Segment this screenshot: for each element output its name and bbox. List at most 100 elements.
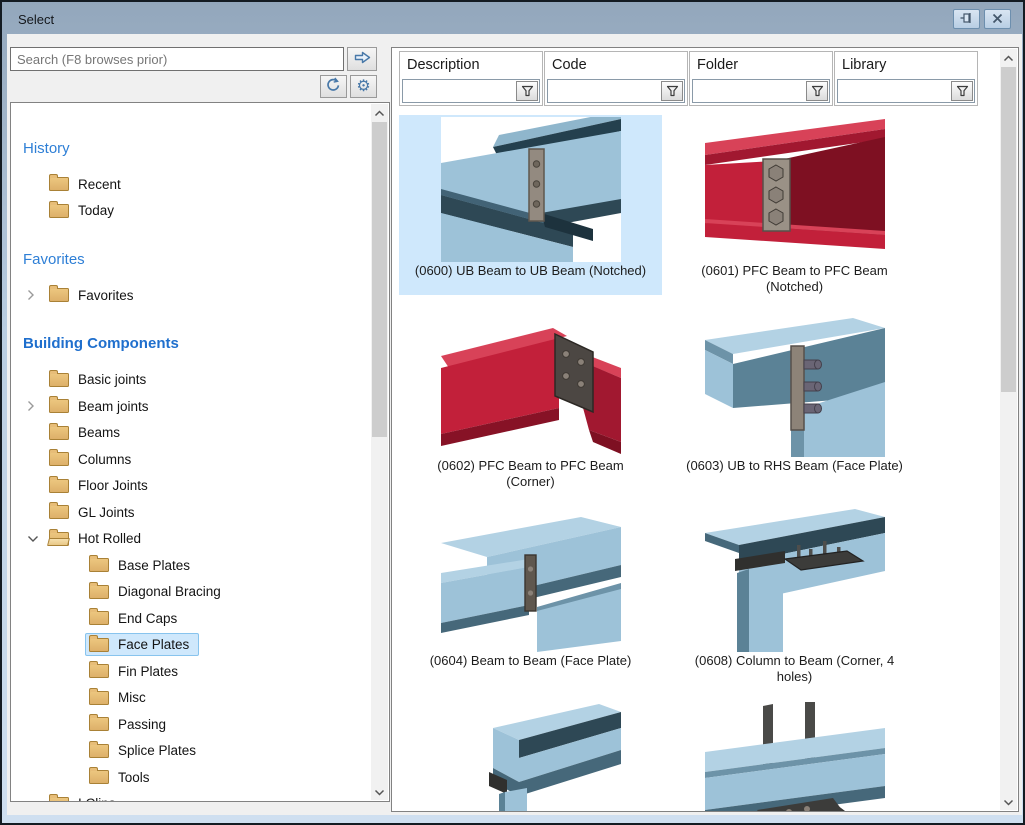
funnel-icon — [956, 85, 969, 97]
component-card-column-beam-corner[interactable]: (0608) Column to Beam (Corner, 4 holes) — [663, 505, 926, 685]
tree-item-fin-plates[interactable]: Fin Plates — [23, 658, 372, 685]
gear-icon: ⚙ — [356, 79, 370, 95]
column-header-code[interactable]: Code — [544, 51, 688, 106]
filter-input-folder[interactable] — [692, 79, 830, 103]
tree-item-body[interactable]: I Clips — [45, 792, 126, 801]
close-button[interactable] — [984, 9, 1011, 29]
filter-button-folder[interactable] — [806, 81, 828, 101]
component-card-pfc-pfc-corner[interactable]: (0602) PFC Beam to PFC Beam (Corner) — [399, 310, 662, 490]
tree-item-body[interactable]: Beam joints — [45, 395, 159, 418]
tree-item-body[interactable]: Columns — [45, 448, 141, 471]
pin-button[interactable] — [953, 9, 980, 29]
column-label: Library — [842, 57, 886, 73]
filter-button-description[interactable] — [516, 81, 538, 101]
tree-item-i-clips[interactable]: I Clips — [23, 791, 372, 802]
tree-item-body[interactable]: Today — [45, 199, 124, 222]
tree-item-label: Hot Rolled — [78, 531, 141, 546]
tree-item-passing[interactable]: Passing — [23, 711, 372, 738]
tree-item-label: Face Plates — [118, 637, 189, 652]
pin-icon — [959, 12, 974, 27]
folder-icon — [49, 505, 69, 519]
scroll-up-button[interactable] — [1000, 49, 1017, 66]
tree-item-tools[interactable]: Tools — [23, 764, 372, 791]
arrow-right-icon — [354, 51, 371, 67]
card-caption: (0600) UB Beam to UB Beam (Notched) — [399, 263, 662, 279]
refresh-button[interactable] — [320, 75, 347, 98]
titlebar-buttons — [953, 9, 1011, 29]
tree-item-favorites[interactable]: Favorites — [23, 282, 372, 309]
tree-item-label: Beam joints — [78, 399, 149, 414]
tree-item-body[interactable]: Misc — [85, 686, 156, 709]
filter-button-code[interactable] — [661, 81, 683, 101]
search-go-button[interactable] — [347, 47, 377, 71]
tree-item-body[interactable]: Tools — [85, 766, 160, 789]
tree-item-end-caps[interactable]: End Caps — [23, 605, 372, 632]
tree-item-label: GL Joints — [78, 505, 135, 520]
component-card-beam-beam-face[interactable]: (0604) Beam to Beam (Face Plate) — [399, 505, 662, 685]
folder-icon — [89, 611, 109, 625]
funnel-icon — [666, 85, 679, 97]
tree-item-body[interactable]: Beams — [45, 421, 130, 444]
tree-item-beam-joints[interactable]: Beam joints — [23, 393, 372, 420]
tree-item-body[interactable]: Basic joints — [45, 368, 156, 391]
tree-item-splice-plates[interactable]: Splice Plates — [23, 738, 372, 765]
folder-icon — [49, 177, 69, 191]
filter-input-description[interactable] — [402, 79, 540, 103]
tree-item-body[interactable]: Hot Rolled — [45, 527, 151, 550]
component-tree-panel: HistoryRecentTodayFavoritesFavoritesBuil… — [10, 102, 390, 802]
folder-icon — [49, 479, 69, 493]
tree-item-body[interactable]: Favorites — [45, 284, 144, 307]
chevron-right-icon[interactable] — [23, 400, 45, 412]
tree-item-beams[interactable]: Beams — [23, 420, 372, 447]
component-card-partial-right[interactable] — [663, 700, 926, 811]
thumbnail-partial-right — [705, 702, 885, 811]
tree-item-body[interactable]: Splice Plates — [85, 739, 206, 762]
tree-item-columns[interactable]: Columns — [23, 446, 372, 473]
component-card-ub-rhs-face[interactable]: (0603) UB to RHS Beam (Face Plate) — [663, 310, 926, 490]
tree-item-misc[interactable]: Misc — [23, 685, 372, 712]
column-header-description[interactable]: Description — [399, 51, 543, 106]
scroll-up-button[interactable] — [371, 104, 388, 121]
filter-input-code[interactable] — [547, 79, 685, 103]
tree-item-body[interactable]: Floor Joints — [45, 474, 158, 497]
list-scrollbar[interactable] — [1000, 49, 1017, 810]
tree-item-face-plates[interactable]: Face Plates — [23, 632, 372, 659]
tree-scrollbar[interactable] — [371, 104, 388, 800]
tree-item-body[interactable]: Base Plates — [85, 554, 200, 577]
chevron-down-icon[interactable] — [23, 535, 45, 543]
column-header-folder[interactable]: Folder — [689, 51, 833, 106]
scroll-down-button[interactable] — [1000, 793, 1017, 810]
scroll-down-button[interactable] — [371, 783, 388, 800]
tree-item-body[interactable]: Diagonal Bracing — [85, 580, 231, 603]
tree-item-basic-joints[interactable]: Basic joints — [23, 367, 372, 394]
filter-button-library[interactable] — [951, 81, 973, 101]
tree-item-body[interactable]: End Caps — [85, 607, 187, 630]
chevron-right-icon[interactable] — [23, 289, 45, 301]
refresh-icon — [325, 77, 342, 96]
tree-item-base-plates[interactable]: Base Plates — [23, 552, 372, 579]
folder-icon — [49, 426, 69, 440]
component-list-panel: DescriptionCodeFolder Library (0600) UB B… — [391, 47, 1019, 812]
filter-input-library[interactable] — [837, 79, 975, 103]
component-card-ub-ub-notched[interactable]: (0600) UB Beam to UB Beam (Notched) — [399, 115, 662, 295]
component-card-pfc-pfc-notched[interactable]: (0601) PFC Beam to PFC Beam (Notched) — [663, 115, 926, 295]
tree-item-label: Recent — [78, 177, 121, 192]
tree-item-body[interactable]: Recent — [45, 173, 131, 196]
tree-item-diagonal-bracing[interactable]: Diagonal Bracing — [23, 579, 372, 606]
tree-item-body[interactable]: GL Joints — [45, 501, 145, 524]
scrollbar-thumb[interactable] — [1001, 67, 1016, 392]
tree-item-hot-rolled[interactable]: Hot Rolled — [23, 526, 372, 553]
tree-item-floor-joints[interactable]: Floor Joints — [23, 473, 372, 500]
tree-item-recent[interactable]: Recent — [23, 171, 372, 198]
column-header-library[interactable]: Library — [834, 51, 978, 106]
scrollbar-thumb[interactable] — [372, 122, 387, 437]
tree-item-body[interactable]: Fin Plates — [85, 660, 188, 683]
settings-button[interactable]: ⚙ — [350, 75, 377, 98]
search-input[interactable] — [10, 47, 344, 71]
tree-item-today[interactable]: Today — [23, 198, 372, 225]
component-card-partial-left[interactable] — [399, 700, 662, 811]
tree-item-body[interactable]: Passing — [85, 713, 176, 736]
tree-item-gl-joints[interactable]: GL Joints — [23, 499, 372, 526]
tree-section-building-components: Building Components — [23, 331, 372, 357]
tree-selection-highlight[interactable]: Face Plates — [85, 633, 199, 656]
